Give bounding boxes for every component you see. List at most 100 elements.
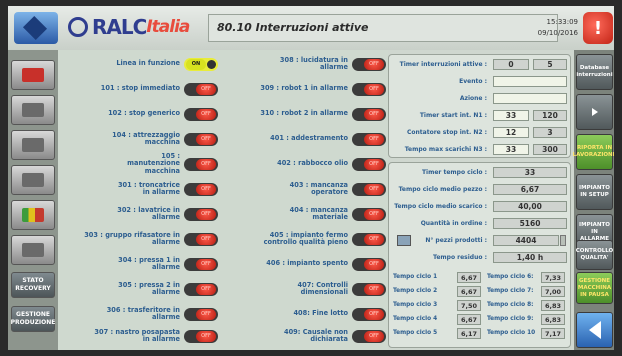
documents-icon bbox=[22, 103, 44, 117]
database-interruzioni-button[interactable]: Database interruzioni bbox=[576, 54, 613, 90]
tempo-ciclo-2-value: 6,67 bbox=[457, 286, 481, 297]
toggle-405[interactable]: OFF bbox=[352, 232, 386, 246]
hmi-screen: RALC Italia 80.10 Interruzioni attive 15… bbox=[8, 6, 614, 350]
toggle-306[interactable]: OFF bbox=[184, 307, 218, 321]
statistics-button[interactable] bbox=[11, 200, 55, 230]
pezzi-prodotti-value: 4404 bbox=[493, 235, 559, 246]
tempo-ciclo-4-label: Tempo ciclo 4 bbox=[393, 316, 438, 322]
toggle-309[interactable]: OFF bbox=[352, 82, 386, 96]
title-bar: RALC Italia 80.10 Interruzioni attive 15… bbox=[8, 6, 614, 50]
toggle-407[interactable]: OFF bbox=[352, 282, 386, 296]
tempo-ciclo-9-value: 6,83 bbox=[541, 314, 565, 325]
tempo-ciclo-7-label: Tempo ciclo 7: bbox=[487, 288, 534, 294]
logo-suffix: Italia bbox=[146, 17, 190, 37]
toggle-linea-funzione[interactable]: ON bbox=[184, 57, 218, 71]
documents-button[interactable] bbox=[11, 95, 55, 125]
pezzi-prodotti-stepper[interactable] bbox=[560, 235, 566, 246]
home-arrow-button[interactable] bbox=[14, 12, 58, 44]
toggle-104[interactable]: OFF bbox=[184, 132, 218, 146]
tempo-ciclo-7-value: 7,00 bbox=[541, 286, 565, 297]
tempo-ciclo-3-value: 7,50 bbox=[457, 300, 481, 311]
tools-button[interactable] bbox=[11, 130, 55, 160]
toggle-401[interactable]: OFF bbox=[352, 132, 386, 146]
wrench-icon bbox=[22, 138, 44, 152]
list-item: 307 : nastro posapasta in allarme OFF bbox=[58, 326, 218, 346]
pezzi-prodotti-label: N° pezzi prodotti : bbox=[425, 237, 487, 244]
impianto-setup-button[interactable]: IMPIANTO IN SETUP bbox=[576, 174, 613, 210]
toggle-310[interactable]: OFF bbox=[352, 107, 386, 121]
list-item: 402 : rabbocco olio OFF bbox=[220, 154, 386, 174]
timer-interruzioni-label: Timer interruzioni attive : bbox=[399, 61, 487, 68]
toggle-101[interactable]: OFF bbox=[184, 82, 218, 96]
toggle-label: 401 : addestramento bbox=[270, 134, 348, 143]
tempo-ciclo-8-value: 6,83 bbox=[541, 300, 565, 311]
toggle-105[interactable]: OFF bbox=[184, 157, 218, 171]
next-page-button[interactable] bbox=[576, 94, 613, 130]
gestione-macchina-pausa-button[interactable]: GESTIONE MACCHINA IN PAUSA bbox=[576, 272, 613, 304]
back-button[interactable] bbox=[576, 312, 613, 348]
timer-panel: Timer interruzioni attive : 0 5 Evento :… bbox=[388, 54, 571, 158]
timer-interruzioni-value: 0 bbox=[493, 59, 529, 70]
tempo-ciclo-8-label: Tempo ciclo 8: bbox=[487, 302, 534, 308]
toggle-label: 403 : mancanza operatore bbox=[289, 180, 348, 196]
gestione-produzione-button[interactable]: GESTIONE PRODUZIONE bbox=[11, 306, 55, 332]
tempo-ciclo-9-label: Tempo ciclo 9: bbox=[487, 316, 534, 322]
maintenance-button[interactable] bbox=[11, 235, 55, 265]
home-button[interactable] bbox=[11, 60, 55, 90]
tempo-max-value: 33 bbox=[493, 144, 529, 155]
toggle-406[interactable]: OFF bbox=[352, 257, 386, 271]
toggle-label: Linea in funzione bbox=[116, 59, 180, 68]
alarm-icon: ! bbox=[593, 17, 603, 39]
list-item: 406 : impianto spento OFF bbox=[220, 254, 386, 274]
ralc-logo: RALC Italia bbox=[68, 12, 208, 42]
toggle-label: 404 : mancanza materiale bbox=[289, 205, 348, 221]
toggle-402[interactable]: OFF bbox=[352, 157, 386, 171]
production-panel: Timer tempo ciclo : 33 Tempo ciclo medio… bbox=[388, 162, 571, 348]
contatore-stop-max: 3 bbox=[533, 127, 567, 138]
wrench-icon bbox=[22, 243, 44, 257]
alarm-button[interactable]: ! bbox=[583, 12, 613, 44]
toggle-307[interactable]: OFF bbox=[184, 329, 218, 343]
toggle-102[interactable]: OFF bbox=[184, 107, 218, 121]
toggle-303[interactable]: OFF bbox=[184, 232, 218, 246]
list-item: 310 : robot 2 in allarme OFF bbox=[220, 104, 386, 124]
controllo-qualita-button[interactable]: CONTROLLO QUALITA' bbox=[576, 240, 613, 270]
toggle-label: 101 : stop immediato bbox=[100, 84, 180, 93]
toggle-label: 408: Fine lotto bbox=[293, 309, 348, 318]
toggle-label: 105 : manutenzione macchina bbox=[127, 151, 180, 175]
toggle-304[interactable]: OFF bbox=[184, 257, 218, 271]
toggle-408[interactable]: OFF bbox=[352, 307, 386, 321]
list-item: 405 : impianto fermo controllo qualità p… bbox=[220, 229, 386, 249]
azione-label: Azione : bbox=[459, 95, 487, 102]
interruption-grid: Linea in funzione ON 101 : stop immediat… bbox=[58, 50, 388, 350]
riporta-lavorazione-button[interactable]: RIPORTA IN LAVORAZIONE bbox=[573, 134, 614, 170]
toggle-302[interactable]: OFF bbox=[184, 207, 218, 221]
tempo-ciclo-4-value: 6,67 bbox=[457, 314, 481, 325]
tempo-max-label: Tempo max scarichi N3 : bbox=[404, 146, 487, 153]
toggle-403[interactable]: OFF bbox=[352, 182, 386, 196]
tempo-ciclo-medio-pezzo-label: Tempo ciclo medio pezzo : bbox=[398, 186, 487, 193]
toggle-308[interactable]: OFF bbox=[352, 57, 386, 71]
datetime: 15:33:09 09/10/2016 bbox=[528, 17, 578, 39]
page-title: 80.10 Interruzioni attive bbox=[208, 14, 558, 42]
list-item: 404 : mancanza materiale OFF bbox=[220, 204, 386, 224]
toggle-404[interactable]: OFF bbox=[352, 207, 386, 221]
list-item: 403 : mancanza operatore OFF bbox=[220, 179, 386, 199]
toggle-301[interactable]: OFF bbox=[184, 182, 218, 196]
toggle-label: 310 : robot 2 in allarme bbox=[260, 109, 348, 118]
toggle-label: 303 : gruppo rifasatore in allarme bbox=[84, 230, 180, 246]
machine-button[interactable] bbox=[11, 165, 55, 195]
logo-text: RALC bbox=[92, 15, 147, 39]
tempo-ciclo-2-label: Tempo ciclo 2 bbox=[393, 288, 438, 294]
tempo-ciclo-6-value: 7,33 bbox=[541, 272, 565, 283]
evento-field bbox=[493, 76, 567, 87]
stato-recovery-button[interactable]: STATO RECOVERY bbox=[11, 272, 55, 298]
timer-start-max: 120 bbox=[533, 110, 567, 121]
left-sidebar: STATO RECOVERY GESTIONE PRODUZIONE bbox=[8, 50, 58, 350]
toggle-409[interactable]: OFF bbox=[352, 329, 386, 343]
toggle-label: 305 : pressa 2 in allarme bbox=[118, 280, 180, 296]
toggle-305[interactable]: OFF bbox=[184, 282, 218, 296]
list-item: 104 : attrezzaggio macchina OFF bbox=[58, 129, 218, 149]
calendar-icon[interactable] bbox=[397, 235, 411, 246]
chart-icon bbox=[22, 208, 44, 222]
